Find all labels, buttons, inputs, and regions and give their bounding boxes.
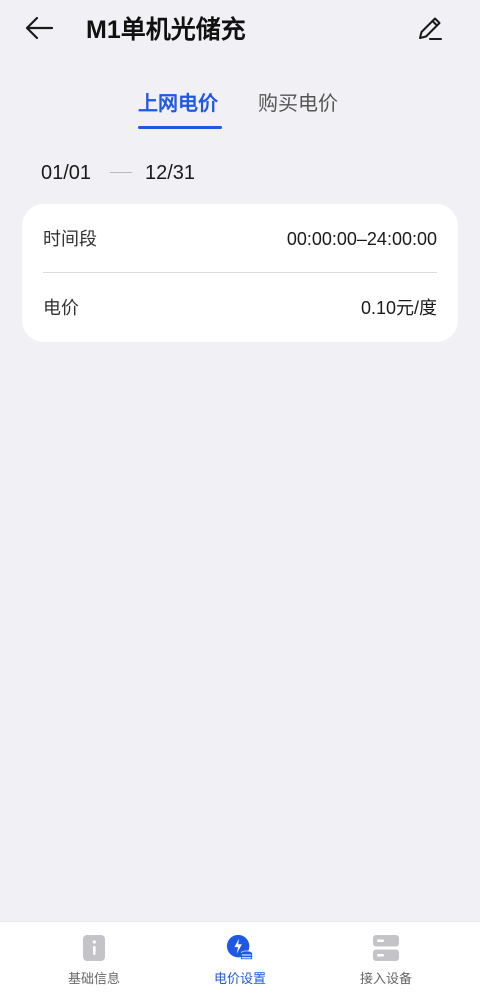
nav-basic-info-label: 基础信息	[67, 971, 120, 986]
price-label: 电价	[43, 298, 79, 318]
page-title: M1单机光储充	[86, 16, 246, 44]
pencil-icon	[416, 14, 444, 47]
time-period-value: 00:00:00–24:00:00	[286, 229, 437, 249]
back-button[interactable]	[24, 10, 72, 50]
date-range: 01/01 12/31	[0, 156, 480, 190]
price-row: 电价 0.10元/度	[43, 273, 437, 341]
time-period-row: 时间段 00:00:00–24:00:00	[43, 204, 437, 272]
price-type-tabs: 上网电价 购买电价	[0, 84, 480, 132]
time-period-label: 时间段	[43, 229, 97, 249]
tab-purchase-price[interactable]: 购买电价	[258, 84, 338, 124]
nav-basic-info[interactable]: 基础信息	[14, 922, 174, 996]
price-value: 0.10元/度	[360, 298, 437, 318]
nav-connected-devices[interactable]: 接入设备	[306, 922, 466, 996]
app-header: M1单机光储充	[0, 0, 480, 60]
info-doc-icon	[80, 934, 108, 962]
electricity-price-page: M1单机光储充 上网电价 购买电价 01/01 12/31 时间段 00:00:…	[0, 0, 480, 996]
active-tab-indicator	[138, 126, 222, 129]
nav-price-settings-label: 电价设置	[213, 971, 266, 986]
price-card: 时间段 00:00:00–24:00:00 电价 0.10元/度	[22, 204, 458, 342]
date-start[interactable]: 01/01	[41, 156, 91, 190]
bottom-navigation: 基础信息 电价设置 接入设备	[0, 921, 480, 996]
date-end[interactable]: 12/31	[145, 156, 195, 190]
nav-price-settings[interactable]: 电价设置	[160, 922, 320, 996]
edit-button[interactable]	[410, 12, 450, 48]
arrow-left-icon	[24, 16, 54, 45]
nav-connected-devices-label: 接入设备	[359, 971, 412, 986]
tab-feed-in-price[interactable]: 上网电价	[138, 84, 218, 124]
device-stack-icon	[372, 934, 400, 962]
electricity-price-icon	[226, 934, 254, 962]
date-separator	[110, 172, 132, 173]
